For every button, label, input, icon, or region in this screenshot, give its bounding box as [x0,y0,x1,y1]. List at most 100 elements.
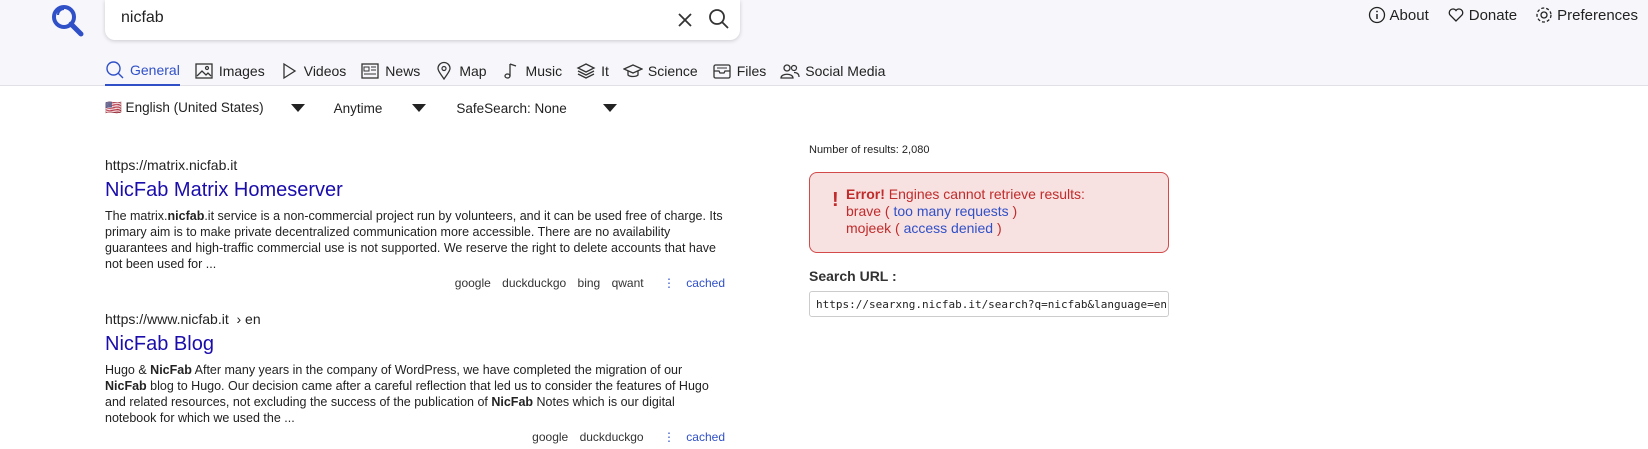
safesearch-select[interactable]: SafeSearch: None [456,100,617,116]
image-icon [195,63,213,79]
snippet-highlight: NicFab [491,395,534,409]
result-item: https://matrix.nicfab.it NicFab Matrix H… [105,157,725,290]
donate-label: Donate [1468,6,1518,24]
cached-link[interactable]: ⋮ cached [655,430,725,444]
gear-icon [1536,7,1552,23]
result-url-text: https://www.nicfab.it [105,311,229,327]
newspaper-icon [361,63,379,79]
snippet-text: The matrix. [105,209,168,223]
cached-label: cached [686,430,725,444]
people-icon [780,64,800,79]
donate-link[interactable]: Donate [1447,6,1517,24]
engine-label: google [532,430,569,444]
about-label: About [1389,6,1429,24]
chevron-down-icon [290,104,305,112]
error-lines: Error! Engines cannot retrieve results: … [846,186,1085,236]
header: About Donate Preferences General Images … [0,0,1648,86]
heart-icon [1448,8,1464,22]
snippet-text: After many years in the company of WordP… [191,363,683,377]
cached-label: cached [686,276,725,290]
error-alert: ! Error! Engines cannot retrieve results… [809,172,1169,253]
searxng-logo-icon[interactable] [50,3,84,37]
engine-label: bing [577,276,601,290]
tab-label: General [130,62,180,78]
search-filters: 🇺🇸 English (United States) Anytime SafeS… [105,100,617,116]
search-icon[interactable] [708,8,730,30]
tab-it[interactable]: It [576,58,609,86]
search-input[interactable] [121,9,621,27]
result-engines: google duckduckgo bing qwant ⋮ cached [105,276,725,290]
map-pin-icon [437,61,451,81]
result-snippet: Hugo & NicFab After many years in the co… [105,362,725,426]
safesearch-value: SafeSearch: None [456,100,567,116]
snippet-highlight: NicFab [150,363,192,377]
preferences-link[interactable]: Preferences [1535,6,1638,24]
time-range-select[interactable]: Anytime [334,100,427,116]
tab-social-media[interactable]: Social Media [780,58,885,86]
more-vertical-icon: ⋮ [662,276,679,290]
tab-music[interactable]: Music [501,58,563,86]
language-select[interactable]: 🇺🇸 English (United States) [105,100,305,116]
about-link[interactable]: About [1368,6,1429,24]
engine-label: duckduckgo [502,276,567,290]
result-url[interactable]: https://matrix.nicfab.it [105,157,725,173]
music-note-icon [503,63,516,79]
error-message: Engines cannot retrieve results: [888,186,1085,202]
sidebar: Number of results: 2,080 ! Error! Engine… [809,144,1169,317]
tab-label: Images [218,63,265,79]
tab-videos[interactable]: Videos [279,58,347,86]
tab-label: Videos [303,63,347,79]
result-url-path: › en [236,311,261,327]
snippet-text: Hugo & [105,363,151,377]
result-title-link[interactable]: NicFab Blog [105,333,725,356]
result-title-link[interactable]: NicFab Matrix Homeserver [105,179,725,202]
cached-link[interactable]: ⋮ cached [655,276,725,290]
tab-map[interactable]: Map [434,58,487,86]
search-box [105,0,740,40]
engine-label: duckduckgo [579,430,644,444]
engine-label: qwant [611,276,644,290]
result-url-text: https://matrix.nicfab.it [105,157,238,173]
number-of-results: Number of results: 2,080 [809,144,930,156]
graduation-cap-icon [622,64,643,78]
search-icon [106,61,124,79]
more-vertical-icon: ⋮ [662,430,679,444]
engine-label: google [454,276,491,290]
snippet-highlight: NicFab [105,379,147,393]
tab-label: Social Media [805,63,886,79]
exclamation-icon: ! [832,189,839,211]
tab-general[interactable]: General [105,58,180,86]
search-url-field[interactable]: https://searxng.nicfab.it/search?q=nicfa… [809,291,1169,317]
play-icon [283,62,296,80]
tab-label: It [601,63,609,79]
preferences-label: Preferences [1557,6,1638,24]
result-item: https://www.nicfab.it › en NicFab Blog H… [105,311,725,444]
info-icon [1368,6,1385,24]
result-snippet: The matrix.nicfab.it service is a non-co… [105,208,725,272]
error-engine: mojeek [846,220,892,236]
chevron-down-icon [412,104,427,112]
top-nav: About Donate Preferences [1368,6,1638,24]
search-url-label: Search URL : [809,268,897,284]
tab-label: News [385,63,421,79]
result-url[interactable]: https://www.nicfab.it › en [105,311,725,327]
snippet-highlight: nicfab [167,209,205,223]
category-tabs: General Images Videos News Map Music It [105,58,885,86]
tab-label: Files [736,63,767,79]
tab-label: Map [459,63,487,79]
tab-label: Music [525,63,563,79]
error-reason-link[interactable]: too many requests [893,203,1008,219]
clear-icon[interactable] [675,10,695,30]
tab-files[interactable]: Files [712,58,767,86]
error-engine: brave [846,203,882,219]
layers-icon [576,63,596,79]
error-reason-link[interactable]: access denied [904,220,994,236]
tab-images[interactable]: Images [194,58,265,86]
tab-news[interactable]: News [360,58,420,86]
tab-science[interactable]: Science [622,58,698,86]
error-title: Error! [846,186,885,202]
tab-label: Science [647,63,698,79]
time-range-value: Anytime [333,100,383,116]
language-select-value: 🇺🇸 English (United States) [105,100,264,115]
result-engines: google duckduckgo ⋮ cached [105,430,725,444]
